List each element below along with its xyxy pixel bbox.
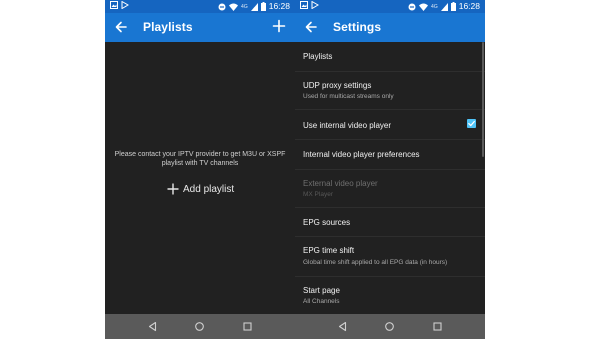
wifi-icon <box>419 3 429 11</box>
plus-icon <box>167 183 179 195</box>
nav-recents-icon[interactable] <box>242 321 253 332</box>
playlists-screen: 4G 16:28 Playlists Please contact your I… <box>105 0 295 339</box>
status-time: 16:28 <box>458 1 480 11</box>
settings-screen: 4G 16:28 Settings Playlists UDP proxy se… <box>295 0 485 339</box>
nav-back-icon[interactable] <box>147 321 158 332</box>
setting-epg-time-shift[interactable]: EPG time shift Global time shift applied… <box>295 237 485 277</box>
setting-summary: All Channels <box>303 298 340 305</box>
cell-signal-icon <box>440 2 448 11</box>
status-time: 16:28 <box>268 1 290 11</box>
nav-home-icon[interactable] <box>194 321 205 332</box>
checkmark-icon <box>468 120 475 127</box>
network-type-label: 4G <box>431 3 438 10</box>
play-store-notification-icon <box>311 1 319 9</box>
network-type-label: 4G <box>241 3 248 10</box>
setting-start-page[interactable]: Start page All Channels <box>295 277 485 314</box>
page-title: Playlists <box>143 20 193 34</box>
navigation-bar <box>105 314 295 339</box>
image-notification-icon <box>300 1 308 9</box>
nav-back-icon[interactable] <box>337 321 348 332</box>
settings-list: Playlists UDP proxy settings Used for mu… <box>295 42 485 314</box>
status-bar: 4G 16:28 <box>105 0 295 13</box>
setting-label: Playlists <box>303 52 333 61</box>
scrollbar-thumb[interactable] <box>482 42 484 157</box>
setting-epg-sources[interactable]: EPG sources <box>295 208 485 237</box>
cell-signal-icon <box>250 2 258 11</box>
setting-label: Start page <box>303 286 340 295</box>
battery-icon <box>260 2 266 11</box>
setting-playlists[interactable]: Playlists <box>295 42 485 72</box>
setting-summary: MX Player <box>303 191 333 198</box>
wifi-icon <box>229 3 239 11</box>
app-bar: Playlists <box>105 13 295 42</box>
do-not-disturb-icon <box>218 3 226 10</box>
play-store-notification-icon <box>121 1 129 9</box>
use-internal-player-checkbox[interactable] <box>467 119 476 128</box>
setting-use-internal-player[interactable]: Use internal video player <box>295 110 485 140</box>
setting-label: EPG sources <box>303 218 351 227</box>
setting-internal-player-preferences[interactable]: Internal video player preferences <box>295 140 485 170</box>
setting-label: External video player <box>303 179 378 188</box>
setting-summary: Global time shift applied to all EPG dat… <box>303 259 448 266</box>
setting-udp-proxy[interactable]: UDP proxy settings Used for multicast st… <box>295 72 485 110</box>
do-not-disturb-icon <box>408 3 416 10</box>
battery-icon <box>450 2 456 11</box>
back-arrow-icon[interactable] <box>114 20 128 34</box>
app-bar: Settings <box>295 13 485 42</box>
empty-playlists-message: Please contact your IPTV provider to get… <box>114 151 286 167</box>
add-playlist-label: Add playlist <box>183 183 235 195</box>
setting-label: Use internal video player <box>303 121 392 130</box>
status-bar: 4G 16:28 <box>295 0 485 13</box>
setting-label: Internal video player preferences <box>303 150 420 159</box>
add-playlist-button[interactable]: Add playlist <box>167 183 234 195</box>
setting-label: UDP proxy settings <box>303 81 372 90</box>
image-notification-icon <box>110 1 118 9</box>
navigation-bar <box>295 314 485 339</box>
nav-recents-icon[interactable] <box>432 321 443 332</box>
back-arrow-icon[interactable] <box>304 20 318 34</box>
add-icon[interactable] <box>272 19 286 33</box>
setting-external-player: External video player MX Player <box>295 170 485 208</box>
setting-label: EPG time shift <box>303 246 355 255</box>
playlists-content: Please contact your IPTV provider to get… <box>105 42 295 314</box>
nav-home-icon[interactable] <box>384 321 395 332</box>
setting-summary: Used for multicast streams only <box>303 93 394 100</box>
page-title: Settings <box>333 20 382 34</box>
